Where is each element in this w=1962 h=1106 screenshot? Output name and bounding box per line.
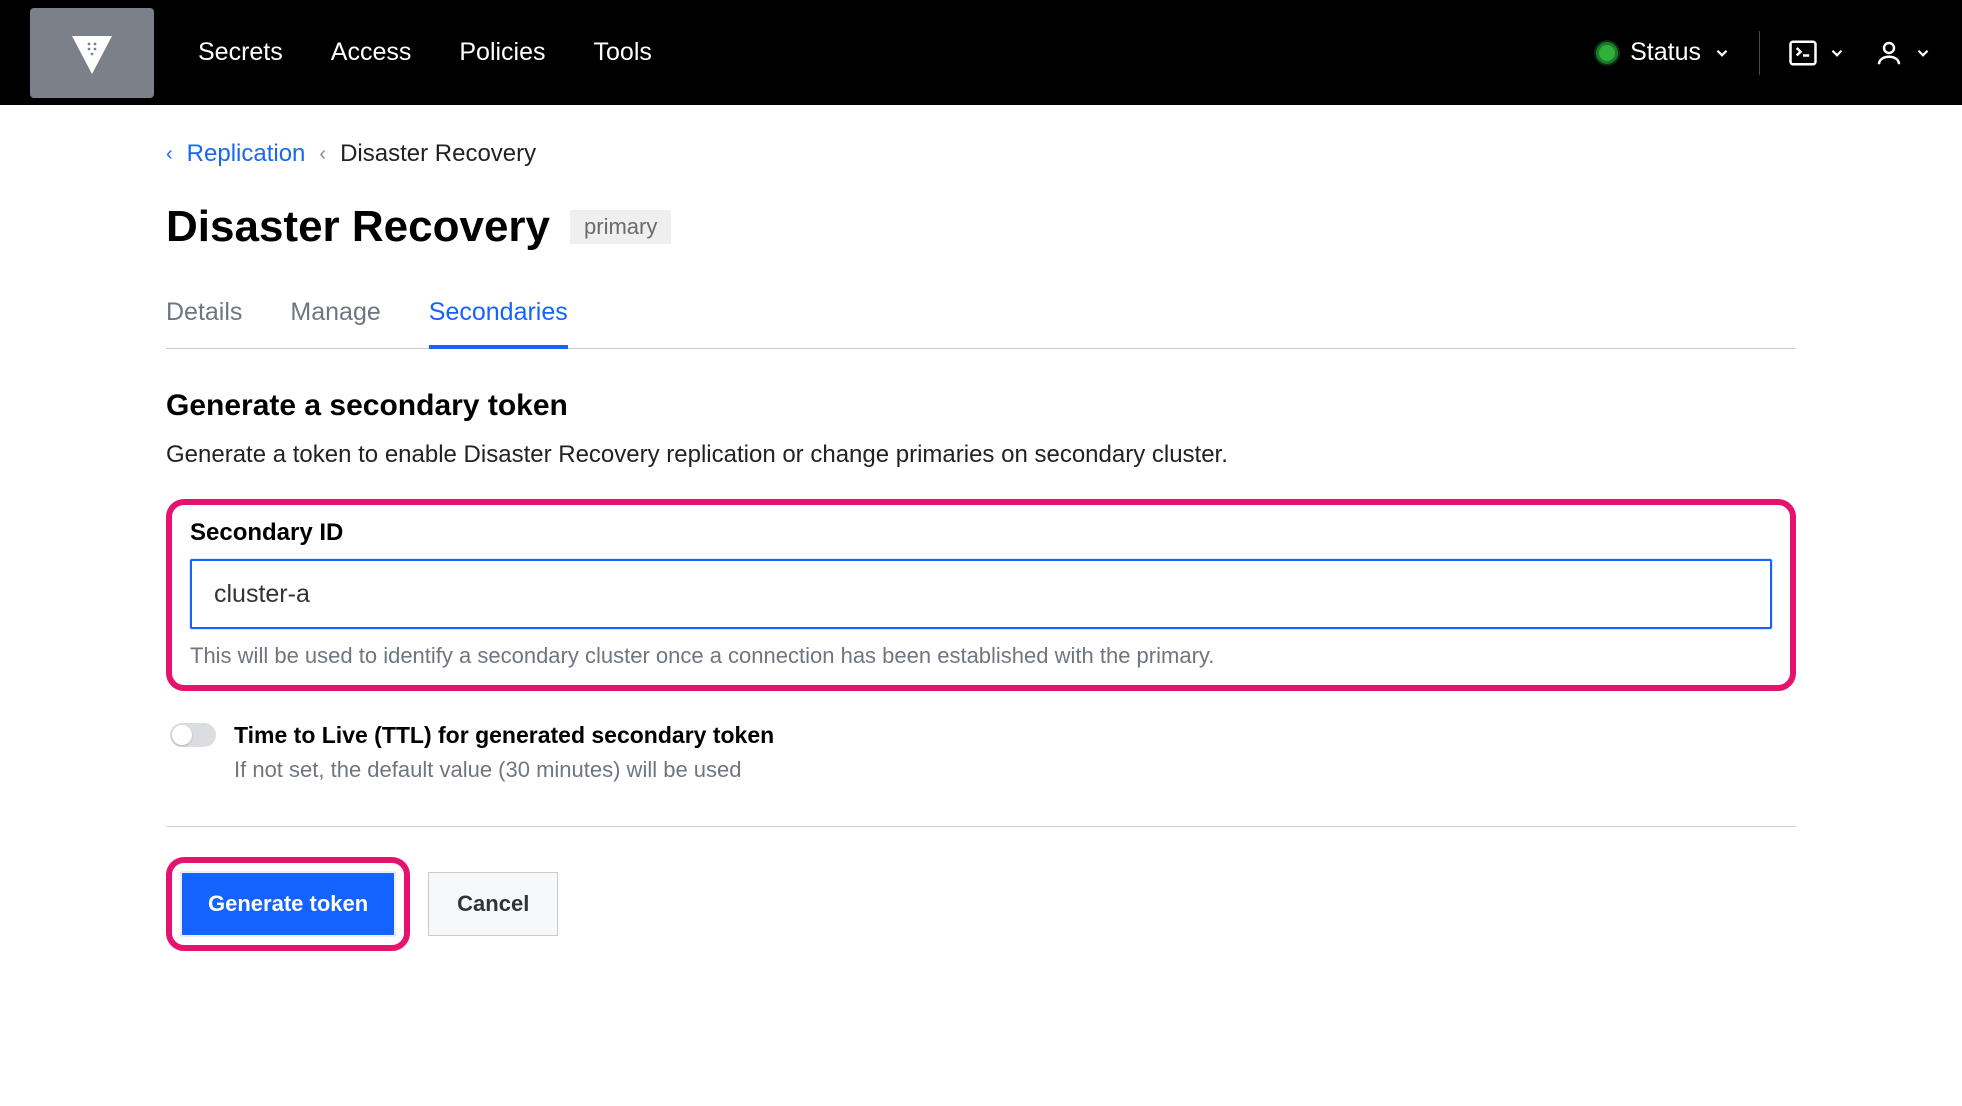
section-desc: Generate a token to enable Disaster Reco…: [166, 441, 1796, 469]
ttl-toggle[interactable]: [170, 723, 216, 747]
page-title-row: Disaster Recovery primary: [166, 202, 1796, 252]
actions: Generate token Cancel: [166, 857, 1796, 951]
chevron-down-icon: [1713, 44, 1731, 62]
nav-policies[interactable]: Policies: [459, 38, 545, 67]
nav-tools[interactable]: Tools: [594, 38, 652, 67]
tab-secondaries[interactable]: Secondaries: [429, 298, 568, 349]
chevron-down-icon: [1914, 44, 1932, 62]
tab-details[interactable]: Details: [166, 298, 242, 349]
ttl-desc: If not set, the default value (30 minute…: [234, 755, 774, 786]
status-indicator-icon: [1596, 42, 1618, 64]
toggle-knob: [172, 725, 192, 745]
breadcrumb-current: Disaster Recovery: [340, 140, 536, 168]
generate-token-button[interactable]: Generate token: [182, 873, 394, 935]
topbar: Secrets Access Policies Tools Status: [0, 0, 1962, 105]
status-label: Status: [1630, 38, 1701, 67]
secondary-id-highlight: Secondary ID This will be used to identi…: [166, 499, 1796, 691]
main-content: ‹ Replication ‹ Disaster Recovery Disast…: [81, 105, 1881, 1011]
ttl-text: Time to Live (TTL) for generated seconda…: [234, 719, 774, 786]
divider: [166, 826, 1796, 827]
divider: [1759, 31, 1760, 75]
nav-links: Secrets Access Policies Tools: [198, 38, 652, 67]
user-dropdown[interactable]: [1874, 38, 1932, 68]
page-title: Disaster Recovery: [166, 202, 550, 252]
logo[interactable]: [30, 8, 154, 98]
tab-manage[interactable]: Manage: [290, 298, 380, 349]
tabs: Details Manage Secondaries: [166, 298, 1796, 349]
secondary-id-input[interactable]: [190, 559, 1772, 629]
breadcrumb: ‹ Replication ‹ Disaster Recovery: [166, 140, 1796, 168]
chevron-left-icon: ‹: [166, 143, 173, 166]
breadcrumb-replication[interactable]: Replication: [187, 140, 306, 168]
console-dropdown[interactable]: [1788, 38, 1846, 68]
primary-badge: primary: [570, 210, 671, 244]
topbar-right: Status: [1596, 31, 1932, 75]
generate-highlight: Generate token: [166, 857, 410, 951]
secondary-id-label: Secondary ID: [190, 519, 1772, 547]
cancel-button[interactable]: Cancel: [428, 872, 558, 936]
user-icon: [1874, 38, 1904, 68]
ttl-title: Time to Live (TTL) for generated seconda…: [234, 719, 774, 751]
chevron-left-icon: ‹: [319, 143, 326, 166]
vault-logo-icon: [67, 28, 117, 78]
secondary-id-hint: This will be used to identify a secondar…: [190, 643, 1772, 669]
ttl-row: Time to Live (TTL) for generated seconda…: [166, 719, 1796, 786]
nav-access[interactable]: Access: [331, 38, 412, 67]
nav-secrets[interactable]: Secrets: [198, 38, 283, 67]
status-dropdown[interactable]: Status: [1596, 38, 1731, 67]
terminal-icon: [1788, 38, 1818, 68]
section-title: Generate a secondary token: [166, 389, 1796, 423]
chevron-down-icon: [1828, 44, 1846, 62]
